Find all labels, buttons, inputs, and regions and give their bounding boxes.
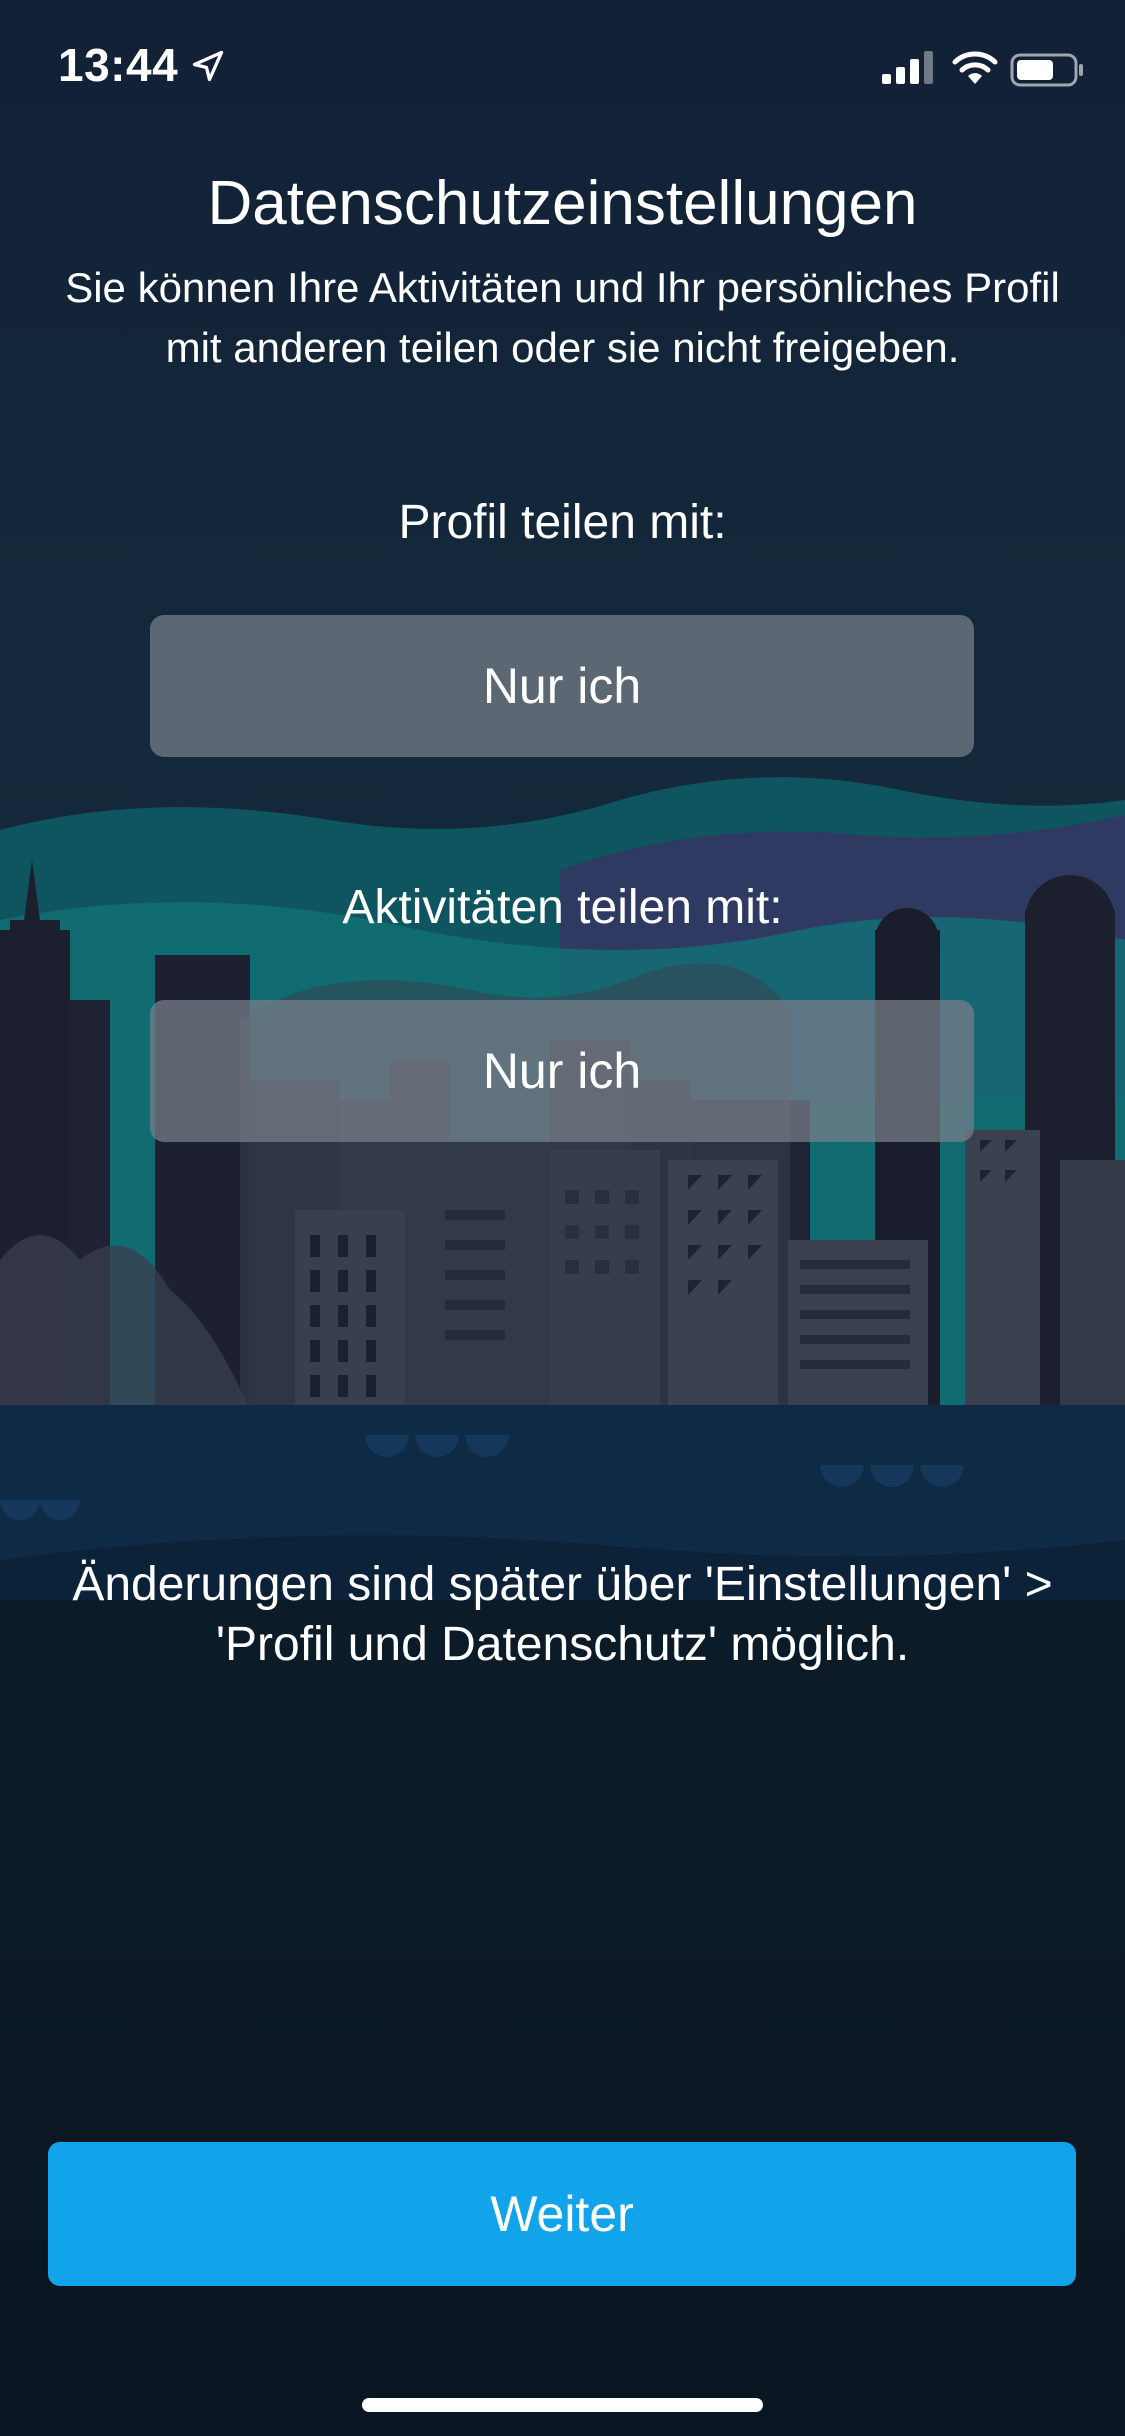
settings-hint-text: Änderungen sind später über 'Einstellung… — [72, 1558, 1053, 1671]
wifi-icon — [952, 51, 998, 84]
privacy-settings-screen: 13:44 Datenschutzeinstellungen Sie könne… — [0, 0, 1125, 2436]
profile-sharing-label: Profil teilen mit: — [398, 496, 727, 549]
profile-sharing-select[interactable]: Nur ich — [150, 615, 974, 757]
continue-button[interactable]: Weiter — [48, 2142, 1076, 2286]
home-indicator[interactable] — [362, 2398, 763, 2412]
activity-sharing-label: Aktivitäten teilen mit: — [342, 881, 783, 934]
cellular-signal-icon — [882, 51, 933, 84]
profile-sharing-value: Nur ich — [482, 658, 642, 714]
page-title: Datenschutzeinstellungen — [207, 169, 918, 238]
status-bar: 13:44 — [0, 0, 1125, 140]
battery-icon — [1010, 53, 1083, 87]
page-subtitle: Sie können Ihre Aktivitäten und Ihr pers… — [65, 264, 1060, 371]
continue-button-label: Weiter — [490, 2186, 634, 2242]
location-arrow-icon — [192, 50, 224, 82]
status-time: 13:44 — [58, 39, 179, 91]
activity-sharing-select[interactable]: Nur ich — [150, 1000, 974, 1142]
activity-sharing-value: Nur ich — [482, 1043, 642, 1099]
